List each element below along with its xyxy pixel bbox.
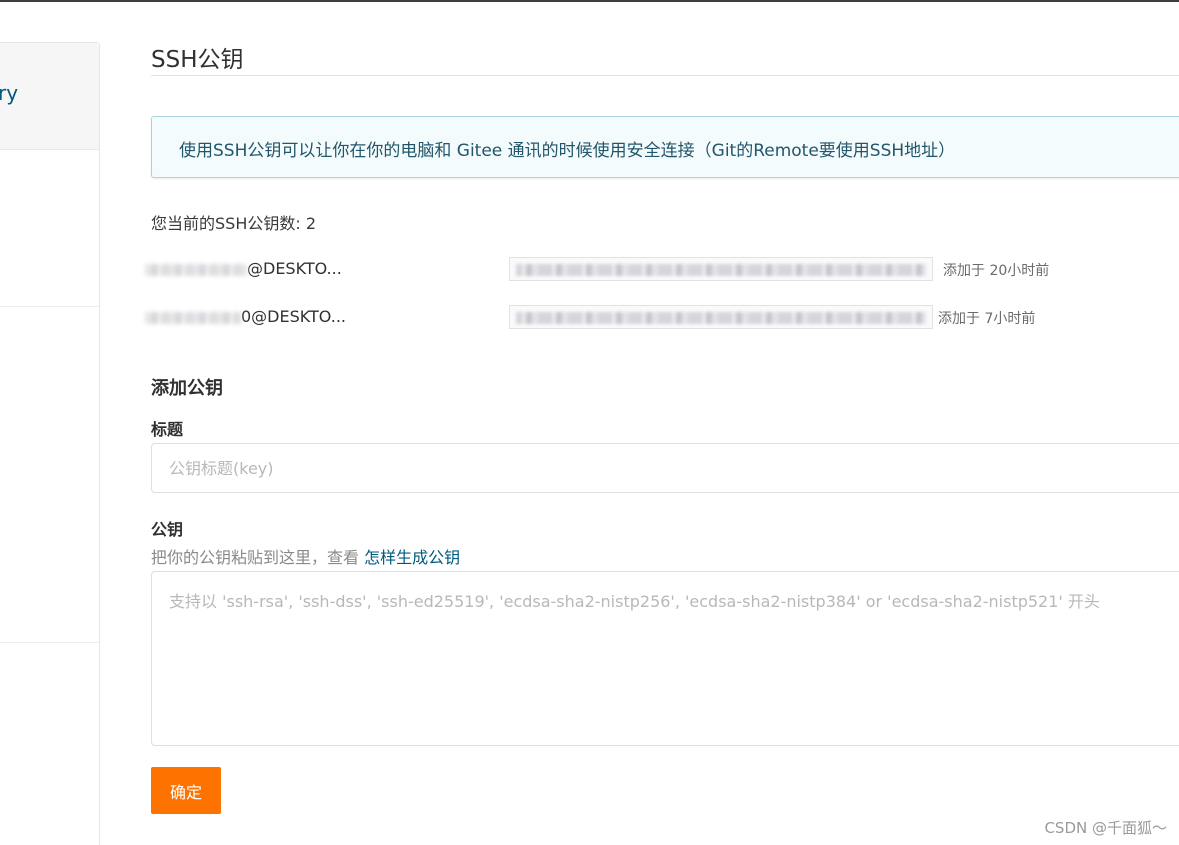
ssh-key-name: @DESKTO... — [145, 259, 342, 278]
ssh-key-fingerprint — [509, 257, 933, 281]
title-field-label: 标题 — [151, 420, 184, 439]
ssh-key-count: 您当前的SSH公钥数: 2 — [151, 214, 317, 233]
ssh-key-row: @DESKTO... 添加于 20小时前 — [145, 257, 1049, 285]
ssh-key-fingerprint — [509, 305, 933, 329]
sidebar-header-text: ry — [0, 81, 19, 105]
how-to-generate-key-link[interactable]: 怎样生成公钥 — [364, 548, 460, 567]
ssh-key-name-suffix: 0@DESKTO... — [241, 307, 346, 326]
public-key-textarea[interactable] — [151, 571, 1179, 746]
info-banner: 使用SSH公钥可以让你在你的电脑和 Gitee 通讯的时候使用安全连接（Git的… — [151, 116, 1179, 178]
public-key-hint-text: 把你的公钥粘贴到这里，查看 — [151, 548, 360, 567]
sidebar-header[interactable]: ry — [0, 43, 99, 150]
public-key-hint: 把你的公钥粘贴到这里，查看 怎样生成公钥 — [151, 544, 460, 568]
redacted-name-blur — [145, 263, 247, 276]
watermark: CSDN @千面狐～ — [1044, 819, 1167, 837]
ssh-key-added-time: 添加于 7小时前 — [938, 311, 1036, 327]
main-content: SSH公钥 使用SSH公钥可以让你在你的电脑和 Gitee 通讯的时候使用安全连… — [145, 0, 1179, 845]
redacted-fingerprint-blur — [516, 264, 926, 276]
page-title: SSH公钥 — [151, 47, 244, 73]
redacted-name-blur — [145, 311, 241, 324]
public-key-field-label: 公钥 — [151, 520, 184, 539]
ssh-key-name-suffix: @DESKTO... — [247, 259, 342, 278]
ssh-key-row: 0@DESKTO... 添加于 7小时前 — [145, 305, 1045, 333]
title-divider — [151, 75, 1179, 76]
ssh-key-added-time: 添加于 20小时前 — [943, 263, 1050, 279]
confirm-button[interactable]: 确定 — [151, 767, 221, 814]
key-title-input[interactable] — [151, 443, 1179, 493]
info-banner-text: 使用SSH公钥可以让你在你的电脑和 Gitee 通讯的时候使用安全连接（Git的… — [179, 141, 956, 161]
redacted-fingerprint-blur — [516, 312, 926, 324]
sidebar-divider — [0, 642, 99, 643]
sidebar-divider — [0, 306, 99, 307]
add-key-heading: 添加公钥 — [151, 378, 223, 399]
ssh-key-name: 0@DESKTO... — [145, 307, 346, 326]
sidebar: ry — [0, 42, 100, 845]
